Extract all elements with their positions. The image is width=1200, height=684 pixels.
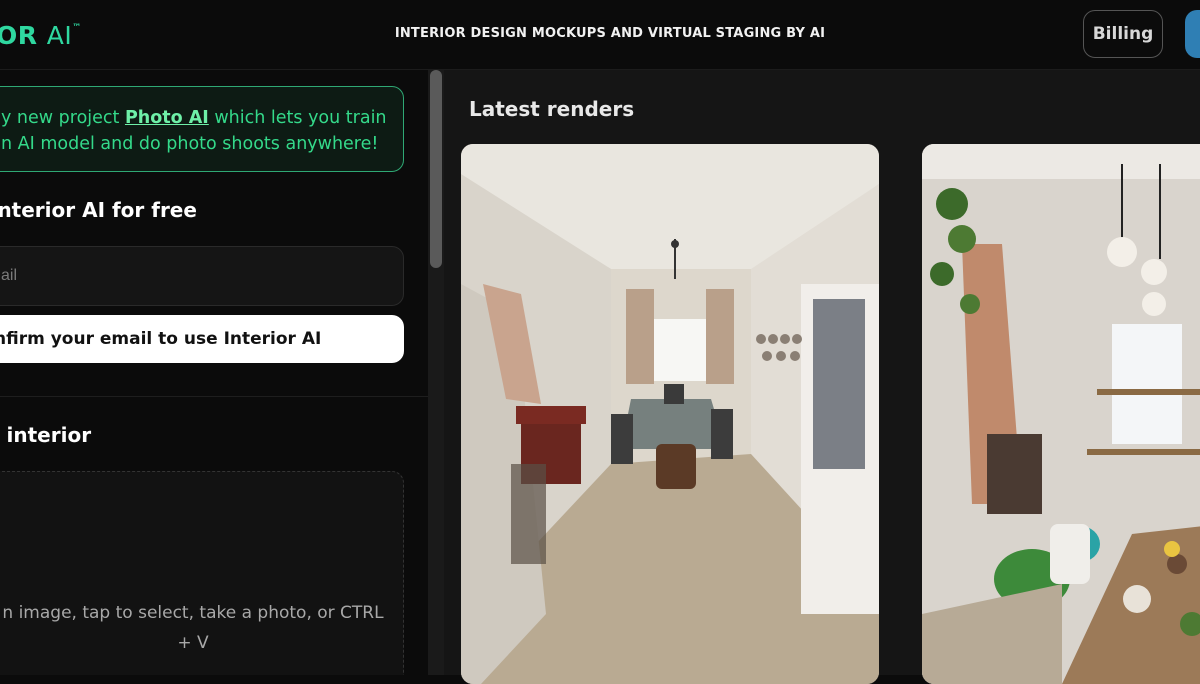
page-tagline: INTERIOR DESIGN MOCKUPS AND VIRTUAL STAG… — [394, 26, 826, 41]
photo-ai-link[interactable]: Photo AI — [125, 108, 209, 128]
account-button[interactable] — [1185, 10, 1200, 58]
promo-text-suffix: which lets you train — [208, 108, 387, 128]
renders-title: Latest renders — [469, 97, 635, 121]
render-image-dining-room[interactable] — [461, 144, 879, 684]
dropzone-instructions: n image, tap to select, take a photo, or… — [2, 603, 384, 653]
render-image-kitchen[interactable] — [922, 144, 1200, 684]
confirm-email-button[interactable]: nfirm your email to use Interior AI — [0, 315, 404, 363]
upload-section-title: t interior — [0, 423, 92, 447]
email-field[interactable] — [0, 246, 404, 306]
signup-title: Interior AI for free — [0, 198, 197, 222]
promo-text-prefix: y new project — [1, 108, 125, 128]
renders-panel: Latest renders — [444, 70, 1200, 684]
section-divider — [0, 396, 428, 397]
promo-text-line2: n AI model and do photo shoots anywhere! — [1, 134, 379, 154]
top-bar: OR AI™ INTERIOR DESIGN MOCKUPS AND VIRTU… — [0, 0, 1200, 70]
billing-button[interactable]: Billing — [1083, 10, 1163, 58]
left-panel: y new project Photo AI which lets you tr… — [0, 70, 428, 675]
left-panel-scrollbar[interactable] — [428, 70, 444, 675]
promo-banner: y new project Photo AI which lets you tr… — [0, 86, 404, 172]
scrollbar-thumb[interactable] — [430, 70, 442, 268]
